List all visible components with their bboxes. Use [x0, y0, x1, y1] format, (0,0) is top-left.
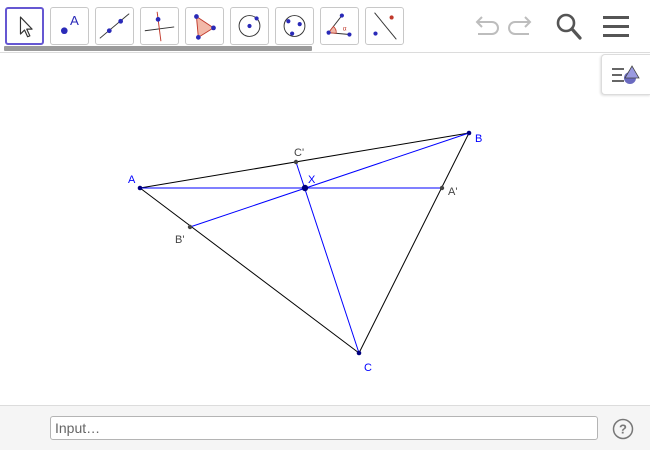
reflect-icon — [373, 12, 397, 40]
point-a[interactable] — [137, 185, 143, 191]
search-icon — [556, 13, 582, 40]
circle-center-icon — [238, 15, 261, 37]
cursor-icon — [19, 16, 33, 38]
angle-icon: α — [326, 13, 352, 37]
style-bar-icon — [612, 65, 640, 84]
perpendicular-line-tool-button[interactable] — [140, 7, 179, 45]
help-button[interactable]: ? — [612, 418, 634, 440]
circle-center-point-tool-button[interactable] — [230, 7, 269, 45]
point-tool-button[interactable]: A — [50, 7, 89, 45]
undo-icon — [475, 16, 499, 35]
label-a-prime: A' — [448, 186, 457, 198]
undo-button[interactable] — [468, 10, 502, 44]
menu-button[interactable] — [599, 10, 633, 44]
point-icon: A — [60, 13, 79, 35]
help-glyph: ? — [619, 422, 627, 437]
label-c: C — [364, 362, 372, 374]
label-c-prime: C' — [294, 147, 304, 159]
segment-bc[interactable] — [358, 132, 470, 354]
label-a: A — [128, 174, 136, 186]
label-x: X — [308, 174, 316, 186]
algebra-input-field[interactable] — [50, 416, 598, 440]
cevian-b[interactable] — [189, 132, 470, 228]
construction-canvas[interactable]: A B C A' B' C' X — [0, 54, 650, 405]
toolbar: A α — [0, 0, 650, 53]
redo-icon — [508, 16, 532, 35]
label-b: B — [475, 133, 482, 145]
reflect-tool-button[interactable] — [365, 7, 404, 45]
style-bar-toggle[interactable] — [601, 54, 650, 95]
point-b-prime[interactable] — [187, 224, 193, 230]
perpendicular-line-icon — [144, 11, 175, 42]
segment-ca[interactable] — [139, 187, 360, 354]
circle-three-points-tool-button[interactable] — [275, 7, 314, 45]
point-tool-glyph: A — [70, 13, 79, 28]
toolbar-scrollbar[interactable] — [4, 46, 312, 51]
polygon-icon — [194, 14, 216, 40]
move-tool-button[interactable] — [5, 7, 44, 45]
point-b[interactable] — [466, 130, 472, 136]
graphics-view[interactable]: A B C A' B' C' X — [0, 54, 650, 405]
label-b-prime: B' — [175, 234, 184, 246]
point-c-prime[interactable] — [293, 159, 299, 165]
redo-button[interactable] — [505, 10, 539, 44]
segment-ab[interactable] — [139, 132, 470, 189]
help-icon: ? — [612, 418, 634, 440]
menu-icon — [603, 16, 629, 37]
point-a-prime[interactable] — [439, 185, 445, 191]
point-c[interactable] — [356, 350, 362, 356]
input-bar: ? — [0, 405, 650, 450]
angle-tool-glyph: α — [343, 26, 347, 33]
polygon-tool-button[interactable] — [185, 7, 224, 45]
angle-tool-button[interactable]: α — [320, 7, 359, 45]
search-button[interactable] — [552, 10, 586, 44]
line-icon — [99, 13, 130, 39]
line-tool-button[interactable] — [95, 7, 134, 45]
circle-three-points-icon — [283, 15, 306, 37]
